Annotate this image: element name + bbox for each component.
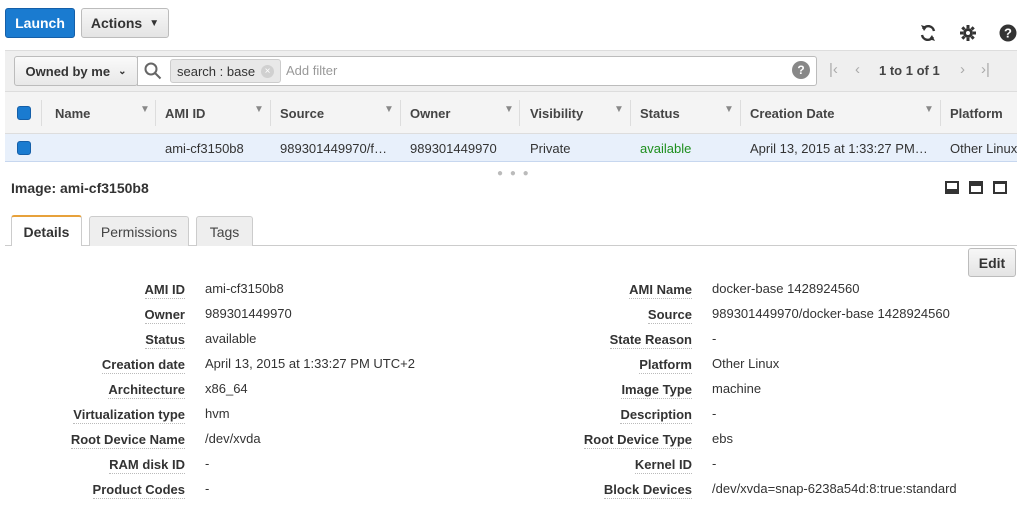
close-icon[interactable]: × xyxy=(261,64,275,78)
field-value: 989301449970/docker-base 1428924560 xyxy=(712,306,950,321)
chevron-down-icon[interactable]: ▼ xyxy=(614,104,624,115)
field-label: Status xyxy=(145,332,185,349)
field-value: ebs xyxy=(712,431,733,446)
field-value: - xyxy=(712,331,717,346)
field-value: - xyxy=(712,456,717,471)
prev-page-icon[interactable]: ‹ xyxy=(855,61,860,78)
chevron-down-icon[interactable]: ▼ xyxy=(724,104,734,115)
next-page-icon[interactable]: › xyxy=(960,61,965,78)
field-label: Kernel ID xyxy=(634,457,692,474)
gear-icon[interactable] xyxy=(957,22,979,44)
column-header-ami-id[interactable]: AMI ID xyxy=(165,92,205,134)
field-label: Platform xyxy=(639,357,692,374)
pagination-text: 1 to 1 of 1 xyxy=(879,63,940,78)
column-divider xyxy=(940,100,941,126)
tab-details[interactable]: Details xyxy=(11,215,82,246)
svg-text:?: ? xyxy=(1004,26,1012,41)
field-label: Virtualization type xyxy=(73,407,185,424)
field-value: available xyxy=(205,331,257,346)
column-header-visibility[interactable]: Visibility xyxy=(530,92,583,134)
add-filter-placeholder[interactable]: Add filter xyxy=(286,63,337,78)
field-label: RAM disk ID xyxy=(109,457,185,474)
tab-permissions[interactable]: Permissions xyxy=(89,216,189,246)
select-all-checkbox[interactable] xyxy=(17,106,31,120)
field-label: AMI ID xyxy=(144,282,185,299)
field-label: State Reason xyxy=(609,332,692,349)
first-page-icon[interactable]: |‹ xyxy=(829,61,838,78)
field-value: April 13, 2015 at 1:33:27 PM UTC+2 xyxy=(205,356,415,371)
last-page-icon[interactable]: ›| xyxy=(981,61,990,78)
column-divider xyxy=(519,100,520,126)
field-value: /dev/xvda xyxy=(205,431,261,446)
pane-resize-handle[interactable]: ● ● ● xyxy=(497,168,531,179)
field-value: Other Linux xyxy=(712,356,780,371)
cell-source: 989301449970/f… xyxy=(280,140,387,156)
field-value: - xyxy=(205,456,210,471)
field-label: Root Device Name xyxy=(70,432,185,449)
cell-creation-date: April 13, 2015 at 1:33:27 PM… xyxy=(750,140,928,156)
search-icon xyxy=(144,62,162,83)
column-header-creation-date[interactable]: Creation Date xyxy=(750,92,835,134)
chevron-down-icon[interactable]: ▼ xyxy=(140,104,150,115)
chevron-down-icon: ⌄ xyxy=(118,65,127,77)
cell-visibility: Private xyxy=(530,140,571,156)
field-value: ami-cf3150b8 xyxy=(205,281,284,296)
field-label: Block Devices xyxy=(603,482,692,499)
cell-owner: 989301449970 xyxy=(410,140,497,156)
field-value: - xyxy=(205,481,210,496)
column-divider xyxy=(740,100,741,126)
field-label: AMI Name xyxy=(629,282,692,299)
field-label: Architecture xyxy=(108,382,185,399)
layout-bottom-icon[interactable] xyxy=(945,181,959,194)
cell-status: available xyxy=(640,140,692,156)
column-divider xyxy=(630,100,631,126)
actions-button[interactable]: Actions ▼ xyxy=(81,8,169,38)
field-label: Creation date xyxy=(101,357,185,374)
column-header-platform[interactable]: Platform xyxy=(950,92,1003,134)
column-header-source[interactable]: Source xyxy=(280,92,324,134)
column-header-owner[interactable]: Owner xyxy=(410,92,450,134)
field-value: - xyxy=(712,406,717,421)
help-icon[interactable]: ? xyxy=(997,22,1019,44)
field-label: Description xyxy=(620,407,692,424)
field-label: Owner xyxy=(144,307,185,324)
column-header-status[interactable]: Status xyxy=(640,92,680,134)
layout-split-icon[interactable] xyxy=(969,181,983,194)
chevron-down-icon: ▼ xyxy=(149,17,160,29)
field-value: docker-base 1428924560 xyxy=(712,281,860,296)
row-checkbox[interactable] xyxy=(17,141,31,155)
field-label: Product Codes xyxy=(92,482,185,499)
field-value: machine xyxy=(712,381,762,396)
field-label: Source xyxy=(647,307,692,324)
actions-label: Actions xyxy=(90,15,143,31)
column-divider xyxy=(270,100,271,126)
owned-by-dropdown[interactable]: Owned by me ⌄ xyxy=(14,56,138,86)
refresh-icon[interactable] xyxy=(917,22,939,44)
cell-ami-id: ami-cf3150b8 xyxy=(165,140,244,156)
column-divider xyxy=(155,100,156,126)
column-divider xyxy=(41,100,42,126)
owned-by-label: Owned by me xyxy=(25,63,111,79)
detail-title: Image: ami-cf3150b8 xyxy=(11,180,149,196)
help-icon[interactable]: ? xyxy=(792,61,810,79)
chevron-down-icon[interactable]: ▼ xyxy=(924,104,934,115)
layout-top-icon[interactable] xyxy=(993,181,1007,194)
chevron-down-icon[interactable]: ▼ xyxy=(504,104,514,115)
field-label: Image Type xyxy=(621,382,692,399)
chevron-down-icon[interactable]: ▼ xyxy=(254,104,264,115)
chevron-down-icon[interactable]: ▼ xyxy=(384,104,394,115)
launch-button[interactable]: Launch xyxy=(5,8,75,38)
edit-button[interactable]: Edit xyxy=(968,248,1016,277)
filter-token[interactable]: search : base × xyxy=(170,59,282,83)
field-label: Root Device Type xyxy=(583,432,692,449)
filter-token-label: search : base xyxy=(177,63,256,79)
field-value: x86_64 xyxy=(205,381,248,396)
column-header-name[interactable]: Name xyxy=(55,92,90,134)
tab-tags[interactable]: Tags xyxy=(196,216,253,246)
column-divider xyxy=(400,100,401,126)
field-value: hvm xyxy=(205,406,230,421)
field-value: /dev/xvda=snap-6238a54d:8:true:standard xyxy=(712,481,957,496)
cell-platform: Other Linux xyxy=(950,140,1018,156)
field-value: 989301449970 xyxy=(205,306,292,321)
